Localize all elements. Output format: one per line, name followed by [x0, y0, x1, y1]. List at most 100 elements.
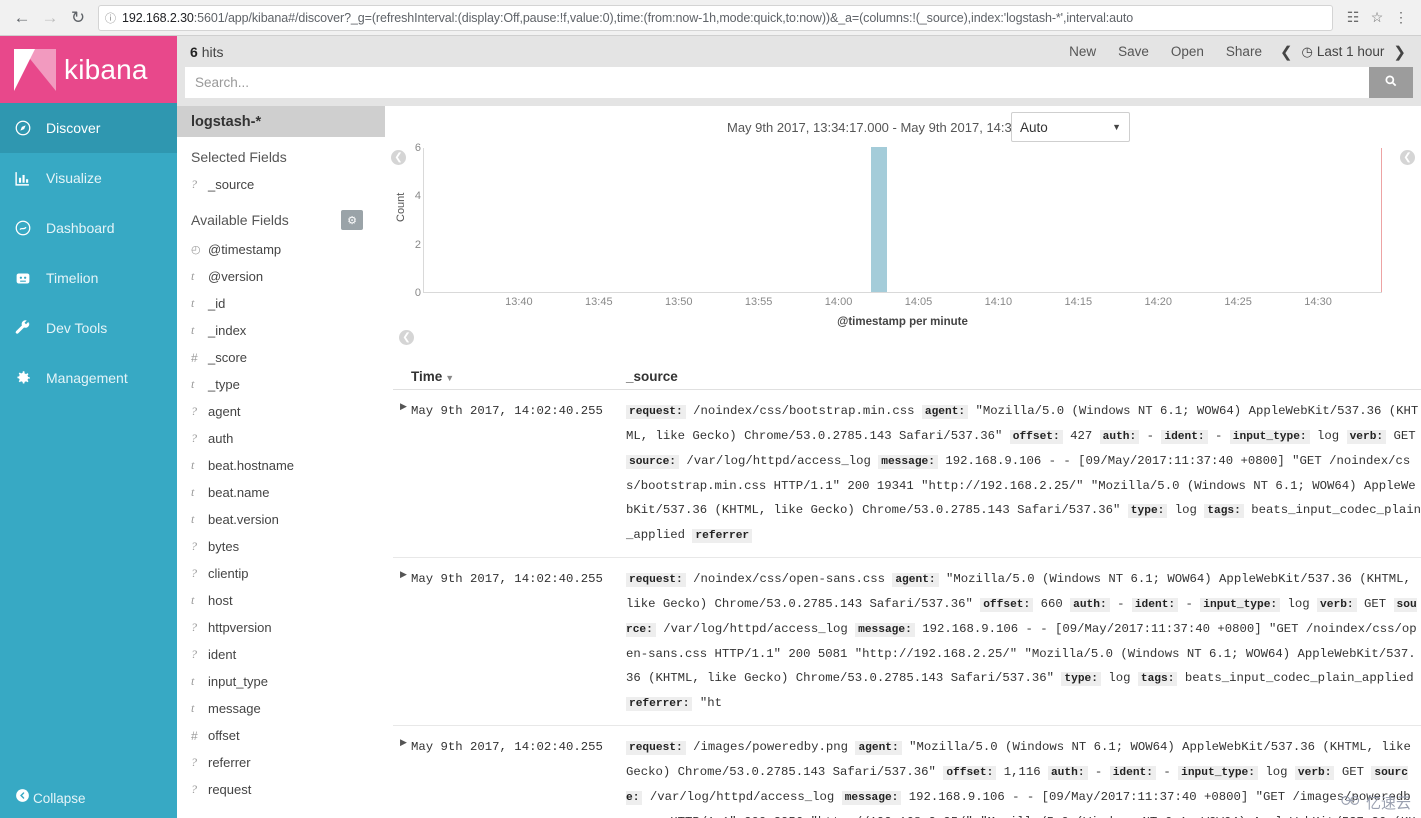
field-row[interactable]: t input_type	[177, 668, 385, 695]
field-row[interactable]: ? referrer	[177, 749, 385, 776]
chart-x-tick: 14:00	[824, 296, 853, 308]
sidebar-collapse-button[interactable]: Collapse	[0, 778, 177, 818]
hits-label: hits	[201, 43, 224, 60]
translate-icon[interactable]: ☷	[1341, 5, 1365, 31]
source-field-key: referrer	[692, 529, 753, 543]
sidebar-item-visualize[interactable]: Visualize	[0, 153, 177, 203]
source-field-key: agent:	[855, 741, 902, 755]
back-arrow-icon[interactable]: ←	[8, 4, 36, 32]
available-fields-list: ◴ @timestamp t @version t _id t _index # _score t _…	[177, 236, 385, 803]
chart-now-marker	[1381, 148, 1382, 292]
kebab-menu-icon[interactable]: ⋮	[1389, 5, 1413, 31]
page-info-icon[interactable]: ⓘ	[105, 10, 116, 26]
field-type-icon: t	[191, 296, 195, 310]
query-bar	[177, 67, 1421, 106]
field-row[interactable]: ? httpversion	[177, 614, 385, 641]
field-row[interactable]: ◴ @timestamp	[177, 236, 385, 263]
time-picker-button[interactable]: ◷ Last 1 hour	[1300, 44, 1387, 60]
source-field-key: request:	[626, 741, 686, 755]
discover-main: May 9th 2017, 13:34:17.000 - May 9th 201…	[385, 106, 1421, 818]
time-next-icon[interactable]: ❯	[1386, 43, 1413, 61]
field-row[interactable]: ? auth	[177, 425, 385, 452]
field-name: @version	[208, 269, 264, 284]
source-field-value: log	[1167, 503, 1205, 517]
star-icon[interactable]: ☆	[1365, 5, 1389, 31]
address-bar[interactable]: ⓘ 192.168.2.30:5601/app/kibana#/discover…	[98, 4, 1333, 31]
reload-icon[interactable]: ↻	[64, 4, 92, 32]
share-button[interactable]: Share	[1215, 44, 1273, 59]
gear-icon[interactable]: ⚙	[341, 210, 363, 230]
sidebar-item-timelion[interactable]: Timelion	[0, 253, 177, 303]
kibana-logo-text: kibana	[64, 53, 148, 85]
documents-rows: ▶ May 9th 2017, 14:02:40.255 request: /noi…	[393, 390, 1421, 818]
field-row[interactable]: ? clientip	[177, 560, 385, 587]
field-name: httpversion	[208, 620, 272, 635]
index-pattern-selector[interactable]: logstash-*	[177, 106, 385, 137]
clock-icon: ◷	[1301, 43, 1313, 59]
source-field-value: /noindex/css/bootstrap.min.css	[685, 404, 922, 418]
new-button[interactable]: New	[1058, 44, 1107, 59]
sidebar-item-dev-tools[interactable]: Dev Tools	[0, 303, 177, 353]
source-field-key: request:	[626, 573, 686, 587]
field-row[interactable]: t beat.version	[177, 506, 385, 533]
table-row[interactable]: ▶ May 9th 2017, 14:02:40.255 request: /noi…	[393, 390, 1421, 558]
hits-count: 6 hits	[190, 44, 223, 60]
field-name: _id	[208, 296, 226, 311]
expand-row-icon[interactable]: ▶	[393, 399, 411, 548]
column-header-time[interactable]: Time ▼	[393, 369, 618, 384]
field-row[interactable]: ? agent	[177, 398, 385, 425]
field-row[interactable]: ? ident	[177, 641, 385, 668]
field-row[interactable]: # _score	[177, 344, 385, 371]
interval-select[interactable]: Auto ▼	[1011, 112, 1130, 142]
field-type-icon: t	[191, 485, 195, 499]
kibana-logo-icon	[14, 48, 56, 91]
field-row[interactable]: t host	[177, 587, 385, 614]
chart-x-ticks: 13:40 13:45 13:50 13:55 14:00 14:05 14:10 14:15…	[423, 296, 1382, 312]
table-row[interactable]: ▶ May 9th 2017, 14:02:40.255 request: /noi…	[393, 558, 1421, 726]
timelion-icon	[14, 270, 44, 287]
chart-plot-area[interactable]	[423, 147, 1382, 293]
search-submit-button[interactable]	[1369, 67, 1413, 98]
field-row[interactable]: ? _source	[177, 171, 385, 198]
source-field-key: tags:	[1204, 504, 1244, 518]
field-name: _index	[208, 323, 247, 338]
source-field-value: /noindex/css/open-sans.css	[685, 572, 893, 586]
field-row[interactable]: t _type	[177, 371, 385, 398]
time-prev-icon[interactable]: ❮	[1273, 43, 1300, 61]
sidebar-item-dashboard[interactable]: Dashboard	[0, 203, 177, 253]
field-name: bytes	[208, 539, 240, 554]
field-row[interactable]: t beat.name	[177, 479, 385, 506]
field-row[interactable]: # offset	[177, 722, 385, 749]
field-type-icon: ?	[191, 782, 197, 796]
caret-down-icon[interactable]: ▼	[445, 373, 454, 383]
chart-x-tick: 14:05	[904, 296, 933, 308]
search-input[interactable]	[185, 67, 1369, 98]
field-row[interactable]: t beat.hostname	[177, 452, 385, 479]
source-field-key: input_type:	[1200, 598, 1281, 612]
sidebar-item-discover[interactable]: Discover	[0, 103, 177, 153]
field-row[interactable]: ? bytes	[177, 533, 385, 560]
field-row[interactable]: t _id	[177, 290, 385, 317]
histogram-chart[interactable]: Count 0246 13:40 13:45 13:50 13:55 14:00 14:0…	[393, 142, 1413, 363]
table-row[interactable]: ▶ May 9th 2017, 14:02:40.255 request: /ima…	[393, 726, 1421, 818]
source-field-value: 427	[1062, 429, 1100, 443]
chart-bar[interactable]	[871, 147, 888, 292]
field-row[interactable]: ? request	[177, 776, 385, 803]
open-button[interactable]: Open	[1160, 44, 1215, 59]
field-row[interactable]: t @version	[177, 263, 385, 290]
sidebar-item-label: Visualize	[46, 170, 102, 186]
source-field-key: type:	[1127, 504, 1168, 518]
expand-row-icon[interactable]: ▶	[393, 735, 411, 818]
save-button[interactable]: Save	[1107, 44, 1160, 59]
expand-row-icon[interactable]: ▶	[393, 567, 411, 716]
field-row[interactable]: t message	[177, 695, 385, 722]
compass-icon	[14, 119, 44, 137]
chart-collapse-up-icon[interactable]: ❮	[399, 330, 414, 345]
field-row[interactable]: t _index	[177, 317, 385, 344]
column-header-source[interactable]: _source	[618, 369, 678, 384]
kibana-logo[interactable]: kibana	[0, 36, 177, 103]
url-path: :5601/app/kibana#/discover?_g=(refreshIn…	[193, 10, 1134, 25]
field-type-icon: ?	[191, 566, 197, 580]
source-field-key: message:	[841, 791, 902, 805]
sidebar-item-management[interactable]: Management	[0, 353, 177, 403]
